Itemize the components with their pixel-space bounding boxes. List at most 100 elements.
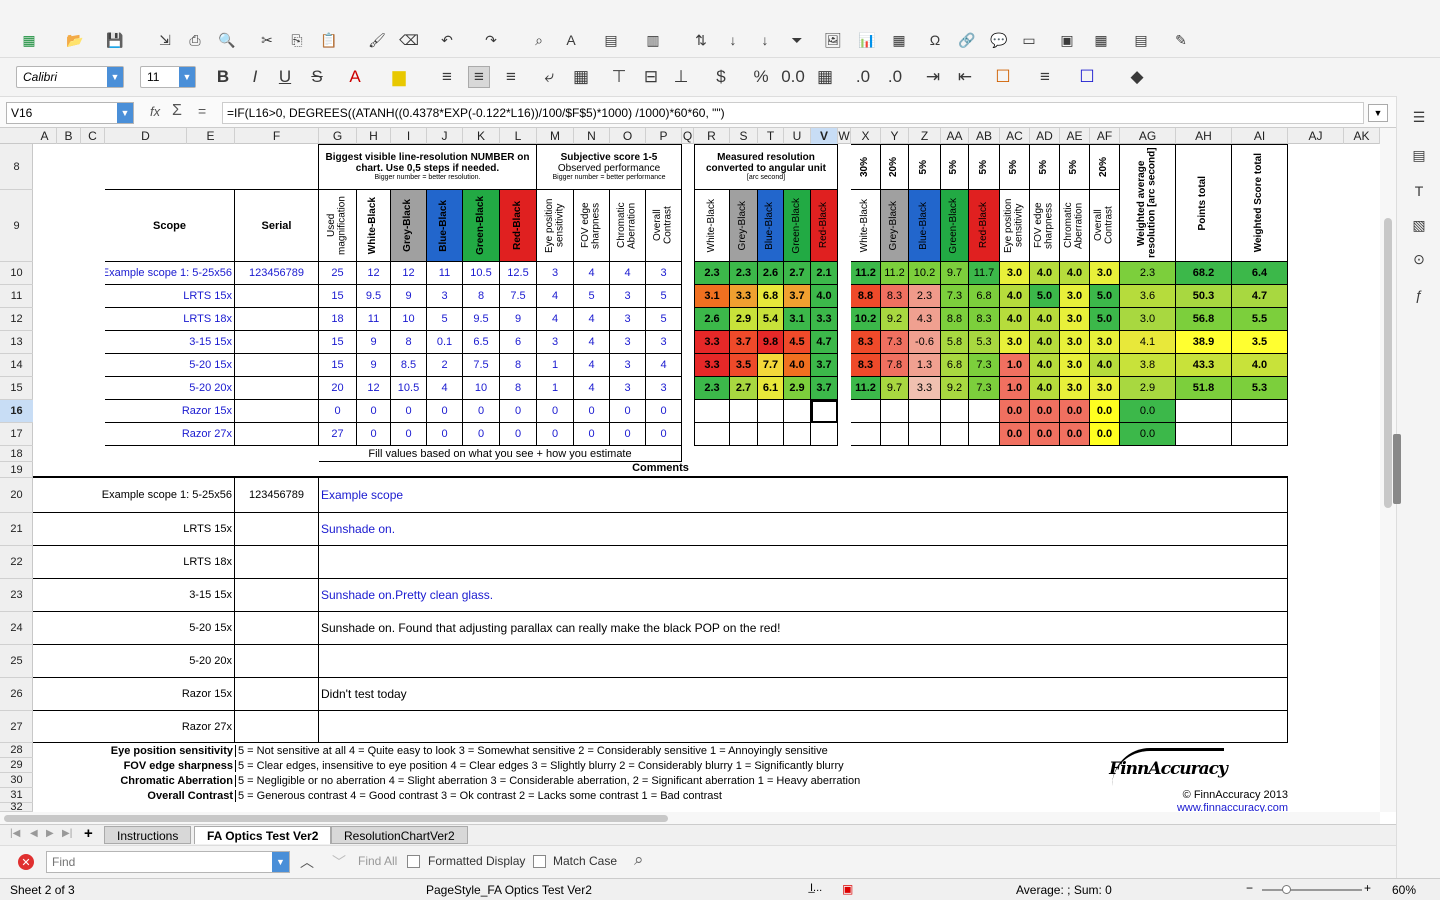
points-total-cell[interactable]: 50.3 xyxy=(1176,285,1232,308)
weighted-cell[interactable]: 3.0 xyxy=(1090,262,1120,285)
comment-text[interactable]: Sunshade on. Found that adjusting parall… xyxy=(319,612,1288,645)
score-total-cell[interactable] xyxy=(1232,423,1288,446)
magnification-cell[interactable]: 15 xyxy=(319,285,357,308)
weighted-cell[interactable]: 4.0 xyxy=(1030,354,1060,377)
subjective-cell[interactable]: 1 xyxy=(537,377,574,400)
weighted-cell[interactable]: 6.8 xyxy=(941,354,969,377)
comment-serial[interactable]: 123456789 xyxy=(235,478,319,513)
add-decimal-icon[interactable]: .0 xyxy=(852,66,874,88)
magnification-cell[interactable]: 25 xyxy=(319,262,357,285)
column-header-ah[interactable]: AH xyxy=(1176,128,1232,144)
measured-cell[interactable]: 9.8 xyxy=(758,331,784,354)
column-header-r[interactable]: R xyxy=(694,128,730,144)
comment-text[interactable]: Example scope xyxy=(319,478,1288,513)
comment-scope[interactable]: 3-15 15x xyxy=(33,579,235,612)
column-header-d[interactable]: D xyxy=(105,128,187,144)
weighted-avg-cell[interactable]: 2.9 xyxy=(1120,377,1176,400)
outdent-icon[interactable]: ⇤ xyxy=(954,66,976,88)
subjective-cell[interactable]: 4 xyxy=(574,262,610,285)
spreadsheet-icon[interactable]: ▦ xyxy=(18,29,40,51)
subjective-cell[interactable]: 3 xyxy=(610,331,646,354)
resolution-cell[interactable]: 4 xyxy=(427,377,463,400)
percent-icon[interactable]: % xyxy=(750,66,772,88)
resolution-cell[interactable]: 8.5 xyxy=(391,354,427,377)
subjective-cell[interactable]: 3 xyxy=(610,308,646,331)
comment-serial[interactable] xyxy=(235,546,319,579)
score-total-cell[interactable]: 6.4 xyxy=(1232,262,1288,285)
comment-scope[interactable]: Razor 27x xyxy=(33,711,235,743)
font-name-combo[interactable]: Calibri ▼ xyxy=(16,66,124,88)
weighted-cell[interactable]: -0.6 xyxy=(909,331,941,354)
resolution-cell[interactable]: 2 xyxy=(427,354,463,377)
undo-icon[interactable]: ↶ xyxy=(436,29,458,51)
comment-serial[interactable] xyxy=(235,645,319,678)
measured-cell[interactable]: 2.3 xyxy=(694,377,730,400)
sidebar-toggle[interactable] xyxy=(1393,434,1401,504)
indent-icon[interactable]: ⇥ xyxy=(922,66,944,88)
styles-text-icon[interactable]: T xyxy=(1408,180,1430,202)
prev-sheet-icon[interactable]: ◀ xyxy=(30,828,38,839)
comment-text[interactable]: Didn't test today xyxy=(319,678,1288,711)
zoom-slider[interactable] xyxy=(1262,885,1362,894)
column-header-z[interactable]: Z xyxy=(909,128,941,144)
weighted-cell[interactable]: 10.2 xyxy=(909,262,941,285)
weighted-cell[interactable]: 11.2 xyxy=(881,262,909,285)
meas-color-header-v[interactable]: Red-Black xyxy=(811,190,838,262)
image-icon[interactable]: 🖼 xyxy=(822,29,844,51)
magnification-cell[interactable]: 0 xyxy=(319,400,357,423)
serial-cell[interactable] xyxy=(235,285,319,308)
selection-mode-icon[interactable]: I̲... xyxy=(810,882,822,894)
zoom-out-icon[interactable]: − xyxy=(1246,881,1253,895)
subj-header-n[interactable]: FOV edge sharpness xyxy=(574,190,610,262)
save-icon[interactable]: 💾 xyxy=(104,29,126,51)
weighted-cell[interactable]: 11.7 xyxy=(969,262,1000,285)
points-total-cell[interactable]: 56.8 xyxy=(1176,308,1232,331)
find-all-button[interactable]: Find All xyxy=(358,854,397,868)
magnification-cell[interactable]: 15 xyxy=(319,354,357,377)
w-color-header-ab[interactable]: Red-Black xyxy=(969,190,1000,262)
close-icon[interactable]: ✕ xyxy=(18,854,34,870)
column-header-ad[interactable]: AD xyxy=(1030,128,1060,144)
weighted-cell[interactable]: 0.0 xyxy=(1090,400,1120,423)
align-bottom-icon[interactable]: ⊥ xyxy=(670,66,692,88)
row-header-28[interactable]: 28 xyxy=(0,743,33,758)
zoom-level[interactable]: 60% xyxy=(1392,883,1416,897)
weighted-cell[interactable]: 5.3 xyxy=(969,331,1000,354)
weighted-cell[interactable]: 8.8 xyxy=(851,285,881,308)
sort-desc-icon[interactable]: ↓ xyxy=(754,29,776,51)
row-header-16[interactable]: 16 xyxy=(0,400,33,423)
resolution-cell[interactable]: 0 xyxy=(463,400,500,423)
points-total-cell[interactable] xyxy=(1176,400,1232,423)
column-header-s[interactable]: S xyxy=(730,128,758,144)
column-header-m[interactable]: M xyxy=(537,128,574,144)
resolution-cell[interactable]: 12 xyxy=(391,262,427,285)
resolution-cell[interactable]: 0.1 xyxy=(427,331,463,354)
points-total-cell[interactable]: 43.3 xyxy=(1176,354,1232,377)
meas-color-header-r[interactable]: White-Black xyxy=(694,190,730,262)
match-case-checkbox[interactable] xyxy=(533,855,546,868)
comment-text[interactable]: Sunshade on.Pretty clean glass. xyxy=(319,579,1288,612)
column-header-ae[interactable]: AE xyxy=(1060,128,1090,144)
subjective-cell[interactable]: 3 xyxy=(646,331,682,354)
copy-icon[interactable]: ⎘ xyxy=(286,29,308,51)
tab-resolution-chart[interactable]: ResolutionChartVer2 xyxy=(331,826,468,844)
weighted-cell[interactable]: 5.0 xyxy=(1090,308,1120,331)
weighted-cell[interactable]: 7.3 xyxy=(941,285,969,308)
column-header-o[interactable]: O xyxy=(610,128,646,144)
weighted-cell[interactable]: 6.8 xyxy=(969,285,1000,308)
first-sheet-icon[interactable]: |◀ xyxy=(10,828,20,839)
comment-scope[interactable]: LRTS 15x xyxy=(33,513,235,546)
row-header-10[interactable]: 10 xyxy=(0,262,33,285)
comment-text[interactable] xyxy=(319,546,1288,579)
comment-text[interactable] xyxy=(319,645,1288,678)
resolution-cell[interactable]: 0 xyxy=(391,423,427,446)
comment-serial[interactable] xyxy=(235,678,319,711)
weighted-cell[interactable]: 4.0 xyxy=(1090,354,1120,377)
subjective-cell[interactable]: 4 xyxy=(610,262,646,285)
measured-cell[interactable] xyxy=(730,400,758,423)
score-total-cell[interactable] xyxy=(1232,400,1288,423)
weighted-cell[interactable]: 9.2 xyxy=(881,308,909,331)
weighted-cell[interactable]: 9.7 xyxy=(881,377,909,400)
blank-header[interactable] xyxy=(105,144,319,190)
hyperlink-icon[interactable]: 🔗 xyxy=(956,29,978,51)
